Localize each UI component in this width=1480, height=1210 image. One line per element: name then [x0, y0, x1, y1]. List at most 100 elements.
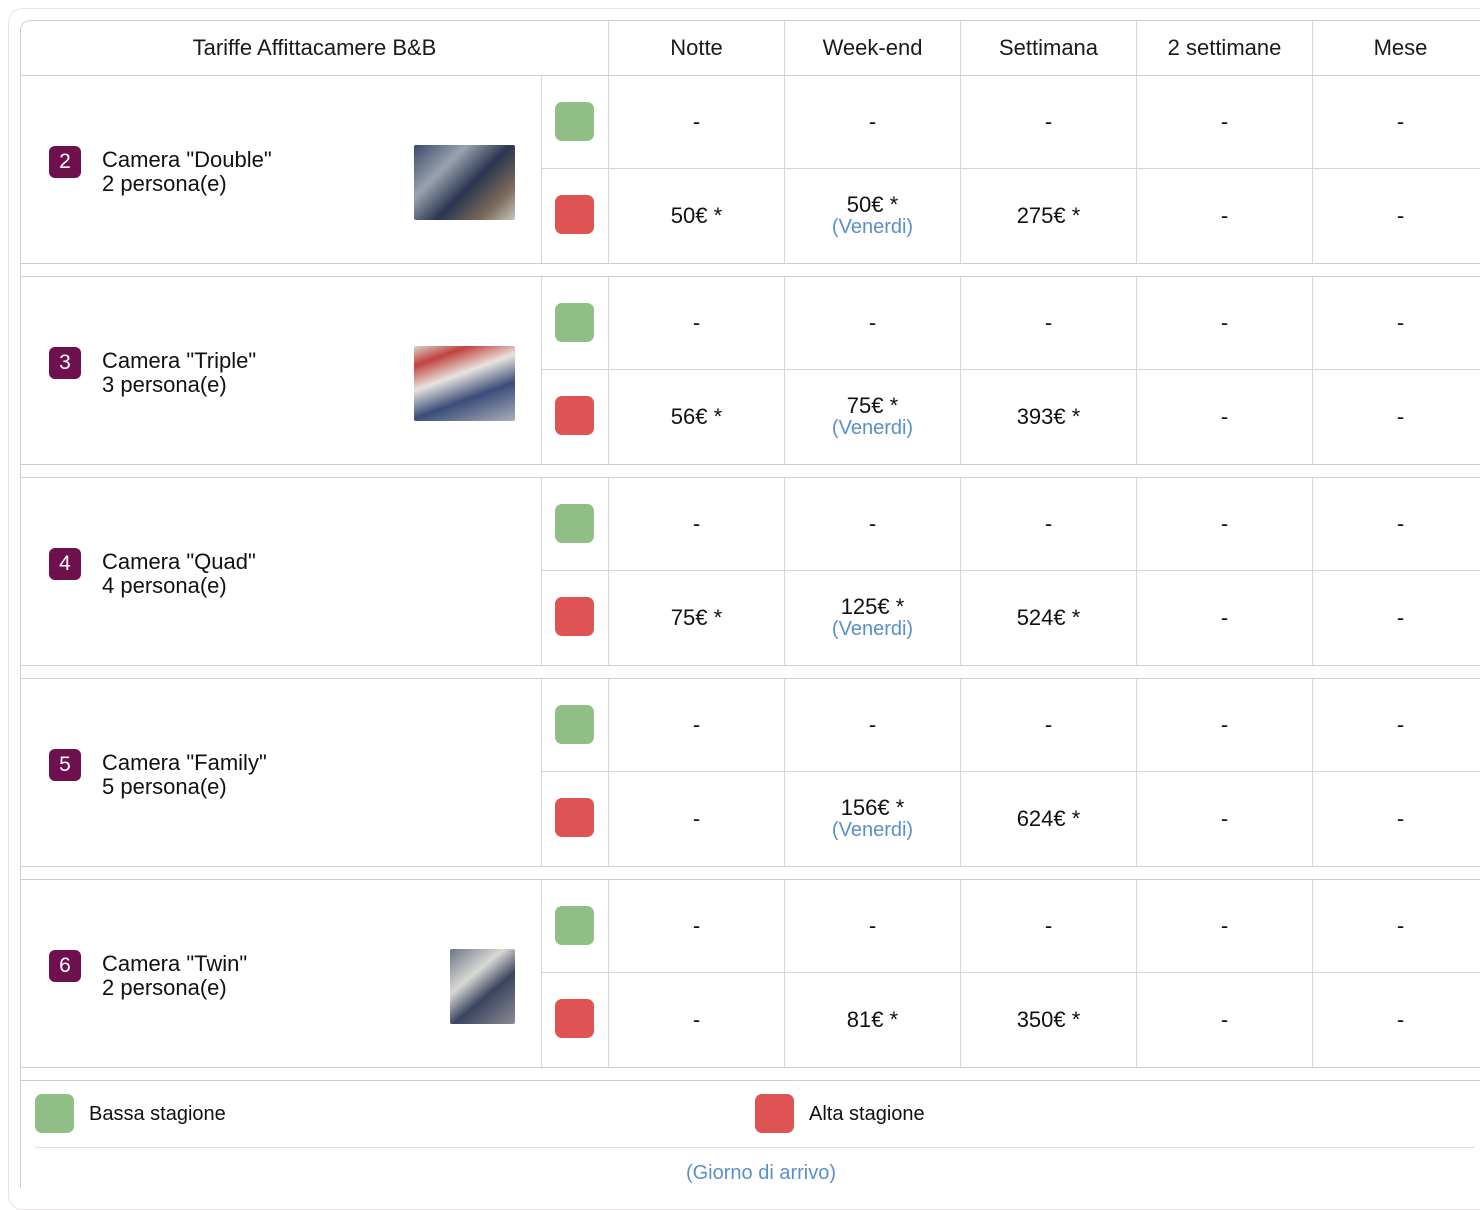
- low-season-marker-cell: [542, 277, 609, 370]
- price-cell-high: 393€ *: [961, 370, 1137, 464]
- price-cell-low: -: [785, 76, 961, 169]
- price-value: -: [692, 712, 701, 737]
- price-value: -: [1396, 806, 1405, 831]
- room-name[interactable]: Camera "Twin": [102, 952, 247, 976]
- room-name-block: Camera "Double" 2 persona(e): [102, 148, 272, 196]
- high-season-marker-cell: [542, 169, 609, 263]
- price-value: 393€ *: [1016, 404, 1081, 429]
- room-name-block: Camera "Quad" 4 persona(e): [102, 550, 256, 598]
- price-cell-high: 524€ *: [961, 571, 1137, 665]
- price-value: -: [1044, 109, 1053, 134]
- price-cell-low: -: [609, 277, 785, 370]
- table-title: Tariffe Affittacamere B&B: [21, 21, 609, 75]
- room-info: 3 Camera "Triple" 3 persona(e): [21, 277, 542, 464]
- room-info: 2 Camera "Double" 2 persona(e): [21, 76, 542, 263]
- room-photo[interactable]: [414, 145, 515, 220]
- price-value: -: [1220, 310, 1229, 335]
- price-value: -: [1396, 203, 1405, 228]
- price-cell-low: -: [785, 679, 961, 772]
- high-season-marker-cell: [542, 973, 609, 1067]
- price-value: -: [1396, 605, 1405, 630]
- price-cell-low: -: [1137, 277, 1313, 370]
- price-value: -: [692, 310, 701, 335]
- price-cell-low: -: [1137, 76, 1313, 169]
- price-value: 75€ *: [846, 393, 899, 418]
- room-name[interactable]: Camera "Quad": [102, 550, 256, 574]
- price-cell-high: -: [609, 973, 785, 1067]
- price-cell-low: -: [785, 880, 961, 973]
- room-name[interactable]: Camera "Triple": [102, 349, 256, 373]
- room-photo[interactable]: [450, 949, 515, 1024]
- row-divider: [21, 1068, 1480, 1081]
- price-cell-low: -: [961, 679, 1137, 772]
- price-value: -: [692, 511, 701, 536]
- price-cell-high: 75€ * (Venerdi): [785, 370, 961, 464]
- row-divider: [21, 867, 1480, 880]
- high-season-swatch: [755, 1094, 794, 1133]
- low-season-swatch: [555, 303, 594, 342]
- price-value: 275€ *: [1016, 203, 1081, 228]
- price-value: 350€ *: [1016, 1007, 1081, 1032]
- room-name-block: Camera "Triple" 3 persona(e): [102, 349, 256, 397]
- price-cell-high: 156€ * (Venerdi): [785, 772, 961, 866]
- low-season-swatch: [555, 102, 594, 141]
- price-cell-low: -: [961, 76, 1137, 169]
- price-cell-high: -: [1313, 571, 1480, 665]
- price-cell-high: 81€ *: [785, 973, 961, 1067]
- room-name-block: Camera "Twin" 2 persona(e): [102, 952, 247, 1000]
- price-cell-high: 75€ *: [609, 571, 785, 665]
- price-cell-low: -: [1137, 880, 1313, 973]
- price-cell-low: -: [961, 880, 1137, 973]
- room-capacity: 2 persona(e): [102, 975, 227, 1000]
- price-value: -: [868, 712, 877, 737]
- price-cell-high: 275€ *: [961, 169, 1137, 263]
- price-cell-high: -: [1137, 973, 1313, 1067]
- room-capacity: 4 persona(e): [102, 573, 227, 598]
- price-value: -: [1220, 806, 1229, 831]
- price-value: -: [868, 511, 877, 536]
- room-capacity: 5 persona(e): [102, 774, 227, 799]
- room-row: 2 Camera "Double" 2 persona(e) - 50€ * - 50€ *…: [21, 76, 1480, 264]
- price-cell-low: -: [609, 478, 785, 571]
- price-cell-low: -: [1313, 679, 1480, 772]
- price-cell-high: -: [1137, 772, 1313, 866]
- price-value: -: [1396, 712, 1405, 737]
- low-season-swatch: [35, 1094, 74, 1133]
- price-cell-high: 50€ * (Venerdi): [785, 169, 961, 263]
- price-value: -: [1220, 203, 1229, 228]
- high-season-swatch: [555, 195, 594, 234]
- high-season-marker-cell: [542, 772, 609, 866]
- room-photo[interactable]: [414, 346, 515, 421]
- low-season-swatch: [555, 705, 594, 744]
- price-cell-low: -: [961, 277, 1137, 370]
- price-cell-low: -: [1137, 679, 1313, 772]
- low-season-marker-cell: [542, 478, 609, 571]
- price-value: -: [1044, 913, 1053, 938]
- room-name[interactable]: Camera "Family": [102, 751, 267, 775]
- price-value: -: [1396, 1007, 1405, 1032]
- room-number-badge: 4: [49, 548, 81, 580]
- low-season-marker-cell: [542, 880, 609, 973]
- low-season-marker-cell: [542, 76, 609, 169]
- low-season-swatch: [555, 906, 594, 945]
- room-name[interactable]: Camera "Double": [102, 148, 272, 172]
- row-divider: [21, 666, 1480, 679]
- price-value: -: [692, 806, 701, 831]
- col-2-settimane: 2 settimane: [1137, 21, 1313, 75]
- high-season-swatch: [555, 597, 594, 636]
- price-value: 156€ *: [840, 795, 905, 820]
- price-value: -: [1220, 404, 1229, 429]
- price-value: -: [1396, 109, 1405, 134]
- price-value: -: [1396, 511, 1405, 536]
- row-divider: [21, 465, 1480, 478]
- room-row: 6 Camera "Twin" 2 persona(e) - - - 81€ * - 350€ …: [21, 880, 1480, 1068]
- col-week-end: Week-end: [785, 21, 961, 75]
- price-cell-low: -: [609, 76, 785, 169]
- price-cell-low: -: [1313, 277, 1480, 370]
- room-row: 4 Camera "Quad" 4 persona(e) - 75€ * - 125€ *(…: [21, 478, 1480, 666]
- room-number-badge: 3: [49, 347, 81, 379]
- price-cell-high: -: [1313, 973, 1480, 1067]
- price-value: -: [868, 913, 877, 938]
- price-value: -: [1220, 712, 1229, 737]
- price-value: -: [1044, 511, 1053, 536]
